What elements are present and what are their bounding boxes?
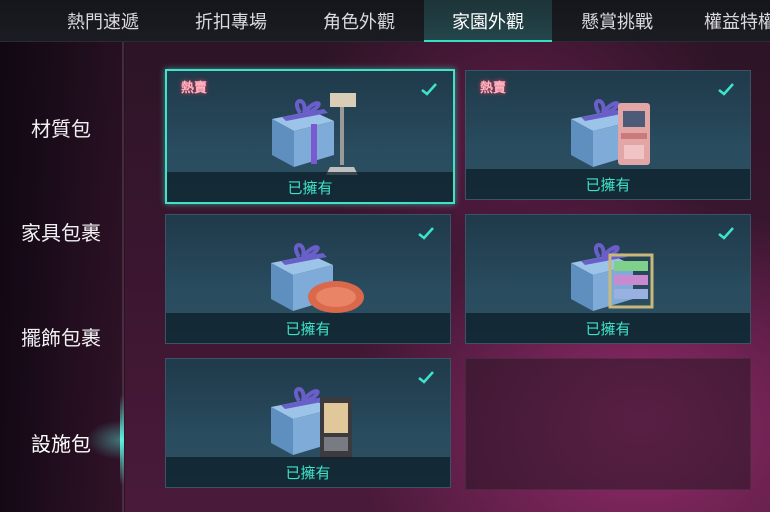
- tab-character-appearance[interactable]: 角色外觀: [296, 0, 422, 42]
- sidebar-item-decoration-bundle[interactable]: 擺飾包裹: [0, 322, 122, 351]
- owned-status: 已擁有: [166, 313, 450, 343]
- empty-slot: [465, 358, 751, 490]
- tab-label: 折扣專場: [195, 11, 267, 33]
- owned-label: 已擁有: [585, 175, 631, 194]
- tab-label: 家園外觀: [452, 11, 524, 33]
- owned-status: 已擁有: [167, 172, 453, 202]
- sidebar-item-material-pack[interactable]: 材質包: [0, 113, 122, 142]
- checkmark-icon: [418, 227, 434, 240]
- sidebar-item-label: 設施包: [31, 432, 91, 456]
- tab-label: 角色外觀: [323, 11, 395, 33]
- lamp-icon: [326, 93, 358, 175]
- owned-label: 已擁有: [285, 463, 331, 482]
- arcade-machine-icon: [618, 103, 650, 165]
- tab-bounty-challenge[interactable]: 懸賞挑戰: [554, 0, 680, 42]
- tab-discount[interactable]: 折扣專場: [168, 0, 294, 42]
- item-card[interactable]: 已擁有: [465, 214, 751, 344]
- hot-badge: 熱賣: [480, 81, 507, 96]
- owned-label: 已擁有: [285, 319, 331, 338]
- sidebar-item-label: 擺飾包裹: [21, 326, 101, 350]
- sidebar-item-label: 家具包裹: [21, 221, 101, 245]
- tab-label: 權益特權: [704, 11, 770, 33]
- owned-status: 已擁有: [166, 457, 450, 487]
- item-card[interactable]: 熱賣 已擁有: [165, 69, 455, 204]
- owned-label: 已擁有: [585, 319, 631, 338]
- tab-privileges[interactable]: 權益特權: [690, 0, 770, 42]
- tab-home-appearance[interactable]: 家園外觀: [424, 0, 552, 42]
- vending-machine-icon: [320, 397, 352, 459]
- sidebar-active-glow: [86, 420, 122, 460]
- checkmark-icon: [718, 83, 734, 96]
- checkmark-icon: [418, 371, 434, 384]
- checkmark-icon: [718, 227, 734, 240]
- tab-label: 懸賞挑戰: [581, 11, 653, 33]
- top-tab-bar: 熱門速遞 折扣專場 角色外觀 家園外觀 懸賞挑戰 權益特權: [0, 0, 770, 42]
- item-card[interactable]: 熱賣 已擁有: [465, 70, 751, 200]
- sidebar-item-label: 材質包: [31, 117, 91, 141]
- hot-badge: 熱賣: [181, 81, 208, 96]
- checkmark-icon: [421, 83, 437, 96]
- owned-status: 已擁有: [466, 313, 750, 343]
- tab-label: 熱門速遞: [67, 11, 139, 33]
- rug-icon: [308, 281, 364, 313]
- sidebar-item-furniture-bundle[interactable]: 家具包裹: [0, 217, 122, 246]
- item-card[interactable]: 已擁有: [165, 214, 451, 344]
- tab-hot[interactable]: 熱門速遞: [40, 0, 166, 42]
- shelf-icon: [608, 253, 654, 309]
- owned-status: 已擁有: [466, 169, 750, 199]
- item-card[interactable]: 已擁有: [165, 358, 451, 488]
- owned-label: 已擁有: [287, 178, 333, 197]
